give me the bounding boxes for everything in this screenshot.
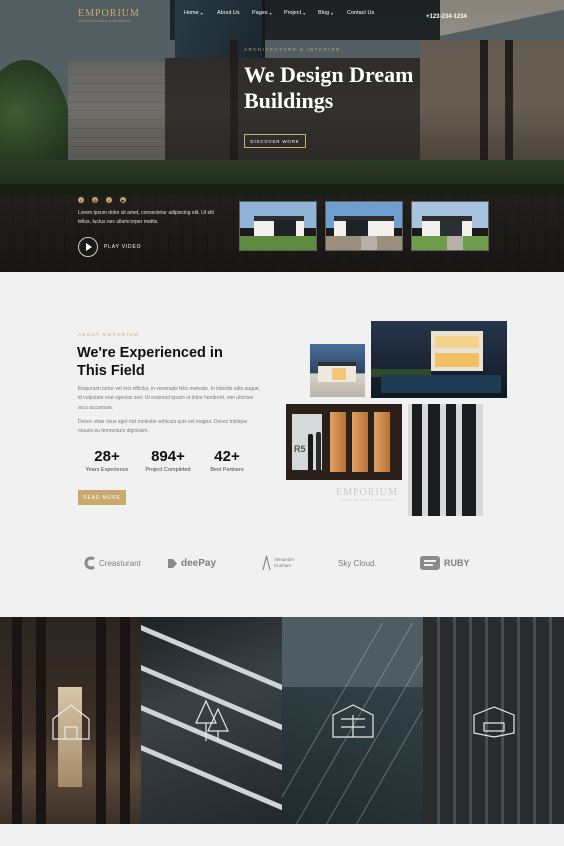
nav-item-pages[interactable]: Pages ▾ — [252, 10, 284, 16]
stat-label: Years Experience — [85, 467, 129, 473]
deepay-logo-icon — [168, 558, 177, 568]
hero-title: We Design Dream Buildings — [244, 62, 414, 113]
creasturant-logo-icon — [84, 556, 95, 570]
nav-item-blog[interactable]: Blog ▾ — [318, 10, 347, 16]
stat-value: 42+ — [214, 448, 240, 465]
play-video-label: PLAY VIDEO — [104, 244, 142, 250]
chevron-down-icon: ▾ — [303, 10, 306, 16]
house-outline-icon — [51, 703, 90, 740]
stat-value: 28+ — [94, 448, 120, 465]
stat-years: 28+ Years Experience — [78, 448, 136, 473]
stat-value: 894+ — [151, 448, 185, 465]
trees-outline-icon — [194, 699, 229, 741]
nav-item-label: About Us — [217, 10, 240, 16]
about-paragraph: Emporium tortor vel orci efficitur, in v… — [78, 386, 260, 411]
partner-name: deePay — [181, 557, 217, 569]
twitter-icon[interactable]: t — [106, 197, 112, 203]
about-photo — [371, 321, 507, 398]
partner-logo-creasturant[interactable]: Creasturant — [84, 553, 141, 573]
partner-text: Alexander Dunham — [274, 557, 294, 569]
chevron-down-icon: ▾ — [331, 10, 334, 16]
ruby-logo-icon — [420, 556, 440, 570]
nav-item-label: Contact Us — [347, 10, 375, 16]
nav-item-label: Blog — [318, 10, 330, 16]
youtube-icon[interactable]: ▶ — [120, 197, 126, 203]
watermark-tagline: ARCHITECTURE & INTERIOR — [340, 498, 394, 502]
gallery-tile[interactable] — [282, 617, 423, 824]
header-phone[interactable]: +123-234-1234 — [426, 14, 467, 20]
hero-thumbnail[interactable] — [411, 201, 489, 251]
building-outline-icon — [331, 703, 374, 738]
about-paragraph: Donec vitae risus eget nisl molestie veh… — [78, 419, 248, 435]
emporium-watermark: EMPORIUM ARCHITECTURE & INTERIOR — [336, 487, 398, 502]
nav-item-label: Home — [184, 10, 199, 16]
hero-thumbnail[interactable] — [239, 201, 317, 251]
alexander-logo-icon — [262, 555, 271, 571]
partner-logo-ruby[interactable]: RUBY — [419, 553, 470, 573]
partner-logo-skycloud[interactable]: Sky Cloud. — [338, 553, 377, 573]
hero-subtitle: ARCHITECTURE & INTERIOR — [244, 47, 341, 52]
logo-tagline: ARCHITECTURE & INTERIOR — [78, 19, 132, 23]
about-photo: R5 — [286, 404, 402, 480]
about-eyebrow: ABOUT EMPORIUM — [78, 332, 140, 337]
about-title: We're Experienced in This Field — [77, 345, 223, 379]
hero-description: Lorem ipsum dolor sit amet, consectetur … — [78, 210, 214, 225]
play-icon — [78, 237, 98, 257]
play-video-button[interactable]: PLAY VIDEO — [78, 237, 141, 257]
partner-name: Sky Cloud. — [338, 558, 377, 568]
gallery-tile[interactable] — [141, 617, 282, 824]
partner-logo-deepay[interactable]: deePay — [167, 553, 216, 573]
partner-logo-alexander[interactable]: Alexander Dunham — [262, 553, 294, 573]
about-photo — [310, 344, 365, 397]
chevron-down-icon: ▾ — [200, 10, 203, 16]
stat-projects: 894+ Project Completed — [138, 448, 198, 473]
logo-name: EMPORIUM — [78, 8, 140, 19]
instagram-icon[interactable]: ◎ — [92, 197, 98, 203]
stat-label: Best Partners — [210, 467, 244, 473]
nav-item-label: Project — [284, 10, 302, 16]
social-links: f ◎ t ▶ — [78, 197, 126, 203]
facebook-icon[interactable]: f — [78, 197, 84, 203]
stat-label: Project Completed — [145, 467, 191, 473]
watermark-name: EMPORIUM — [336, 487, 398, 498]
main-nav: Home ▾ About Us Pages ▾ Project ▾ Blog ▾… — [184, 10, 387, 16]
nav-item-about[interactable]: About Us — [217, 10, 252, 16]
gallery-tile[interactable] — [423, 617, 564, 824]
nav-item-contact[interactable]: Contact Us — [347, 10, 387, 16]
gallery-tile[interactable] — [0, 617, 141, 824]
read-more-button[interactable]: READ MORE — [78, 490, 126, 505]
nav-item-label: Pages — [252, 10, 268, 16]
hero-section: EMPORIUM ARCHITECTURE & INTERIOR Home ▾ … — [0, 0, 564, 272]
partner-name: RUBY — [444, 558, 470, 568]
page-footer-strip — [0, 824, 564, 846]
partner-name: Creasturant — [99, 558, 141, 568]
partner-subname: Dunham — [274, 563, 292, 568]
logo[interactable]: EMPORIUM ARCHITECTURE & INTERIOR — [78, 8, 140, 23]
services-gallery — [0, 617, 564, 824]
nav-item-home[interactable]: Home ▾ — [184, 10, 217, 16]
nav-item-project[interactable]: Project ▾ — [284, 10, 318, 16]
chevron-down-icon: ▾ — [269, 10, 272, 16]
stat-partners: 42+ Best Partners — [202, 448, 252, 473]
interior-outline-icon — [472, 705, 515, 738]
about-photo — [408, 404, 483, 516]
hero-thumbnail[interactable] — [325, 201, 403, 251]
discover-work-button[interactable]: DISCOVER WORK — [244, 134, 306, 148]
